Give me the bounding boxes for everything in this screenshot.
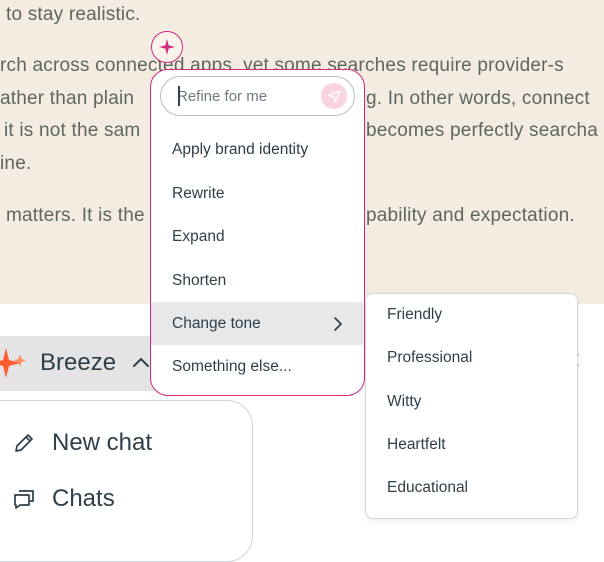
chevron-right-icon xyxy=(334,317,342,331)
breeze-label: Breeze xyxy=(40,349,117,376)
tone-option-professional[interactable]: Professional xyxy=(387,349,472,367)
breeze-sparkle-icon xyxy=(0,348,26,378)
doc-text-line: ine. xyxy=(0,153,32,174)
ai-assistant-badge[interactable] xyxy=(151,31,183,63)
sparkle-icon xyxy=(159,39,175,55)
menu-item-apply-brand-identity[interactable]: Apply brand identity xyxy=(151,128,363,171)
menu-item-expand[interactable]: Expand xyxy=(151,215,363,258)
chat-bubbles-icon xyxy=(14,490,34,509)
tone-option-witty[interactable]: Witty xyxy=(387,393,421,411)
new-chat-button[interactable]: New chat xyxy=(12,427,152,459)
doc-text-line: becomes perfectly searcha xyxy=(366,120,599,141)
doc-text-line: it is not the sam xyxy=(4,120,141,141)
menu-item-shorten[interactable]: Shorten xyxy=(151,259,363,302)
menu-item-label: Shorten xyxy=(172,271,227,289)
menu-item-label: Change tone xyxy=(172,314,261,332)
chats-label: Chats xyxy=(52,485,115,512)
doc-text-line: ather than plain xyxy=(0,88,135,109)
pencil-icon xyxy=(15,434,33,452)
menu-item-label: Rewrite xyxy=(172,184,225,202)
tone-option-educational[interactable]: Educational xyxy=(387,479,468,497)
breeze-chat-panel xyxy=(0,400,253,562)
menu-item-rewrite[interactable]: Rewrite xyxy=(151,172,363,215)
send-icon xyxy=(327,89,341,103)
doc-text-line: g. In other words, connect xyxy=(366,88,590,109)
doc-text-line: to stay realistic. xyxy=(6,4,141,25)
ai-actions-menu: Apply brand identity Rewrite Expand Shor… xyxy=(150,69,365,396)
menu-item-something-else[interactable]: Something else... xyxy=(151,345,363,388)
doc-text-line: matters. It is the xyxy=(6,205,145,226)
refine-field[interactable] xyxy=(160,76,355,116)
text-cursor xyxy=(178,86,180,106)
tone-option-heartfelt[interactable]: Heartfelt xyxy=(387,436,446,454)
menu-item-change-tone[interactable]: Change tone xyxy=(151,302,363,345)
new-chat-label: New chat xyxy=(52,429,153,456)
chats-button[interactable]: Chats xyxy=(12,483,115,515)
menu-item-label: Apply brand identity xyxy=(172,140,309,158)
tone-option-friendly[interactable]: Friendly xyxy=(387,306,442,324)
menu-item-label: Expand xyxy=(172,227,225,245)
chevron-up-icon[interactable] xyxy=(132,356,150,368)
menu-item-label: Something else... xyxy=(172,357,292,375)
change-tone-submenu: Friendly Professional Witty Heartfelt Ed… xyxy=(365,293,578,519)
doc-text-line: pability and expectation. xyxy=(366,205,575,226)
refine-input[interactable] xyxy=(177,85,317,107)
send-button[interactable] xyxy=(321,83,347,109)
